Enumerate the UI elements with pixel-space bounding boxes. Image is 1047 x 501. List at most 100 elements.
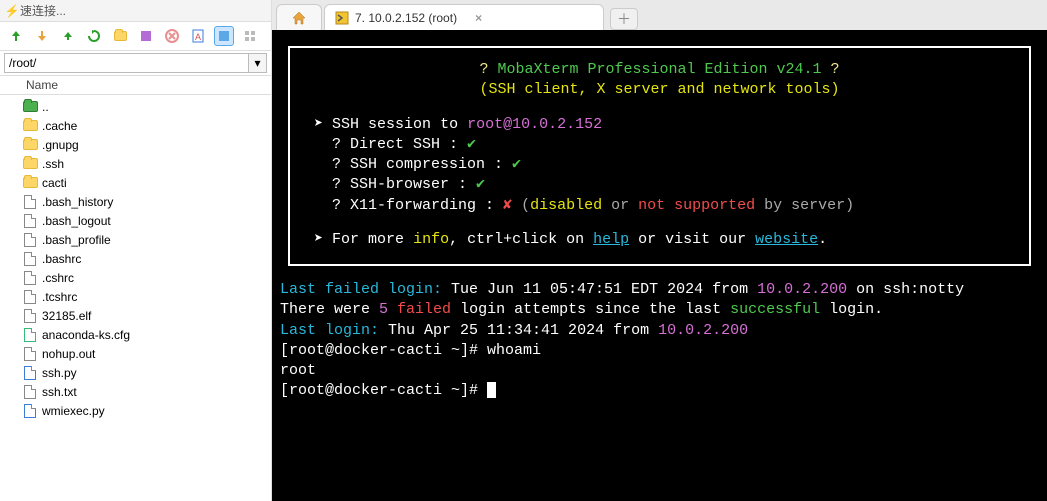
tree-item-label: .tcshrc	[42, 290, 77, 304]
note-by: by server)	[755, 197, 854, 214]
were-failed: failed	[388, 301, 451, 318]
banner-feature-row: ? Direct SSH : ✔	[332, 135, 1009, 155]
tree-header[interactable]: Name	[0, 76, 271, 95]
sftp-toolbar: A	[0, 22, 271, 51]
file-icon	[22, 232, 38, 248]
banner-title: MobaXterm Professional Edition v24.1	[497, 61, 821, 78]
delete-icon[interactable]	[162, 26, 182, 46]
tree-item[interactable]: nohup.out	[0, 344, 271, 363]
name-column-header: Name	[26, 78, 58, 92]
tree-item[interactable]: .bashrc	[0, 249, 271, 268]
tree-item[interactable]: ssh.py	[0, 363, 271, 382]
tree-item-label: 32185.elf	[42, 309, 91, 323]
tree-item[interactable]: wmiexec.py	[0, 401, 271, 420]
welcome-banner: ? MobaXterm Professional Edition v24.1 ?…	[288, 46, 1031, 266]
cursor	[487, 382, 496, 398]
svg-text:A: A	[195, 32, 201, 42]
banner-subtitle: (SSH client, X server and network tools)	[310, 80, 1009, 100]
session-tab[interactable]: 7. 10.0.2.152 (root) ×	[324, 4, 604, 30]
hidden-toggle-icon[interactable]	[240, 26, 260, 46]
session-icon	[335, 11, 349, 25]
tree-item[interactable]: .gnupg	[0, 135, 271, 154]
file-icon	[22, 384, 38, 400]
file-tree[interactable]: .. .cache .gnupg .sshcacti.bash_history .bas…	[0, 95, 271, 501]
tree-item[interactable]: 32185.elf	[0, 306, 271, 325]
tree-item[interactable]: .cshrc	[0, 268, 271, 287]
tree-item-label: .bash_logout	[42, 214, 111, 228]
path-bar: ▾	[0, 51, 271, 76]
footer-info: info	[413, 231, 449, 248]
tree-item[interactable]: ssh.txt	[0, 382, 271, 401]
tree-item-label: ..	[42, 100, 49, 114]
help-link[interactable]: help	[593, 231, 629, 248]
folder-icon	[22, 118, 38, 134]
were-tail: login.	[820, 301, 883, 318]
check-icon: ✔	[476, 176, 485, 193]
file-icon	[22, 346, 38, 362]
last-login-label: Last login:	[280, 322, 379, 339]
tree-item[interactable]: ..	[0, 97, 271, 116]
tree-item[interactable]: .bash_profile	[0, 230, 271, 249]
edit-icon[interactable]: A	[188, 26, 208, 46]
session-prefix: SSH session to	[332, 116, 467, 133]
tree-item[interactable]: .bash_logout	[0, 211, 271, 230]
file-icon	[22, 308, 38, 324]
quick-connect-bar[interactable]: ⚡ 速连接...	[0, 0, 271, 22]
new-folder-icon[interactable]	[110, 26, 130, 46]
close-icon[interactable]: ×	[475, 11, 482, 25]
banner-feature-row: ? X11-forwarding : ✘ (disabled or not su…	[332, 196, 1009, 216]
prompt-line-1: [root@docker-cacti ~]# whoami	[272, 341, 1047, 361]
download-icon[interactable]	[32, 26, 52, 46]
upload-icon[interactable]	[6, 26, 26, 46]
file-icon	[22, 213, 38, 229]
file-icon	[22, 365, 38, 381]
footer-mid: , ctrl+click on	[449, 231, 593, 248]
file-icon	[22, 403, 38, 419]
tree-item-label: .bashrc	[42, 252, 81, 266]
were-count: 5	[379, 301, 388, 318]
tree-item[interactable]: .cache	[0, 116, 271, 135]
save-icon[interactable]	[136, 26, 156, 46]
whoami-output: root	[272, 361, 1047, 381]
refresh-icon[interactable]	[84, 26, 104, 46]
prompt-2: [root@docker-cacti ~]#	[280, 382, 487, 399]
terminal[interactable]: ? MobaXterm Professional Edition v24.1 ?…	[272, 30, 1047, 501]
footer-pre: For more	[332, 231, 413, 248]
tree-item-label: .gnupg	[42, 138, 79, 152]
home-icon	[291, 10, 307, 26]
tree-item[interactable]: .bash_history	[0, 192, 271, 211]
new-tab-button[interactable]: ＋	[610, 8, 638, 30]
quick-connect-label: 速连接...	[20, 2, 66, 19]
file-icon	[22, 289, 38, 305]
view-toggle-icon[interactable]	[214, 26, 234, 46]
check-icon: ✔	[512, 156, 521, 173]
folder-icon	[22, 99, 38, 115]
banner-feature-row: ? SSH compression : ✔	[332, 155, 1009, 175]
tree-item-label: .cache	[42, 119, 77, 133]
last-failed-login-line: Last failed login: Tue Jun 11 05:47:51 E…	[272, 280, 1047, 300]
command-whoami: whoami	[487, 342, 541, 359]
home-tab[interactable]	[276, 4, 322, 30]
banner-feature-row: ? SSH-browser : ✔	[332, 175, 1009, 195]
prompt-1: [root@docker-cacti ~]#	[280, 342, 487, 359]
last-login-line: Last login: Thu Apr 25 11:34:41 2024 fro…	[272, 321, 1047, 341]
tree-item[interactable]: .ssh	[0, 154, 271, 173]
tree-item[interactable]: .tcshrc	[0, 287, 271, 306]
tree-item[interactable]: anaconda-ks.cfg	[0, 325, 271, 344]
feature-label: ? SSH compression :	[332, 156, 512, 173]
tree-item-label: ssh.py	[42, 366, 77, 380]
website-link[interactable]: website	[755, 231, 818, 248]
path-input[interactable]	[4, 53, 249, 73]
file-icon	[22, 327, 38, 343]
tree-item[interactable]: cacti	[0, 173, 271, 192]
path-dropdown-icon[interactable]: ▾	[249, 53, 267, 73]
file-icon	[22, 194, 38, 210]
last-failed-label: Last failed login:	[280, 281, 442, 298]
plus-icon: ＋	[617, 9, 631, 29]
parent-dir-icon[interactable]	[58, 26, 78, 46]
tree-item-label: ssh.txt	[42, 385, 77, 399]
footer-dot: .	[818, 231, 827, 248]
note-disabled: disabled	[530, 197, 602, 214]
tree-item-label: .cshrc	[42, 271, 74, 285]
tab-bar: 7. 10.0.2.152 (root) × ＋	[272, 0, 1047, 30]
